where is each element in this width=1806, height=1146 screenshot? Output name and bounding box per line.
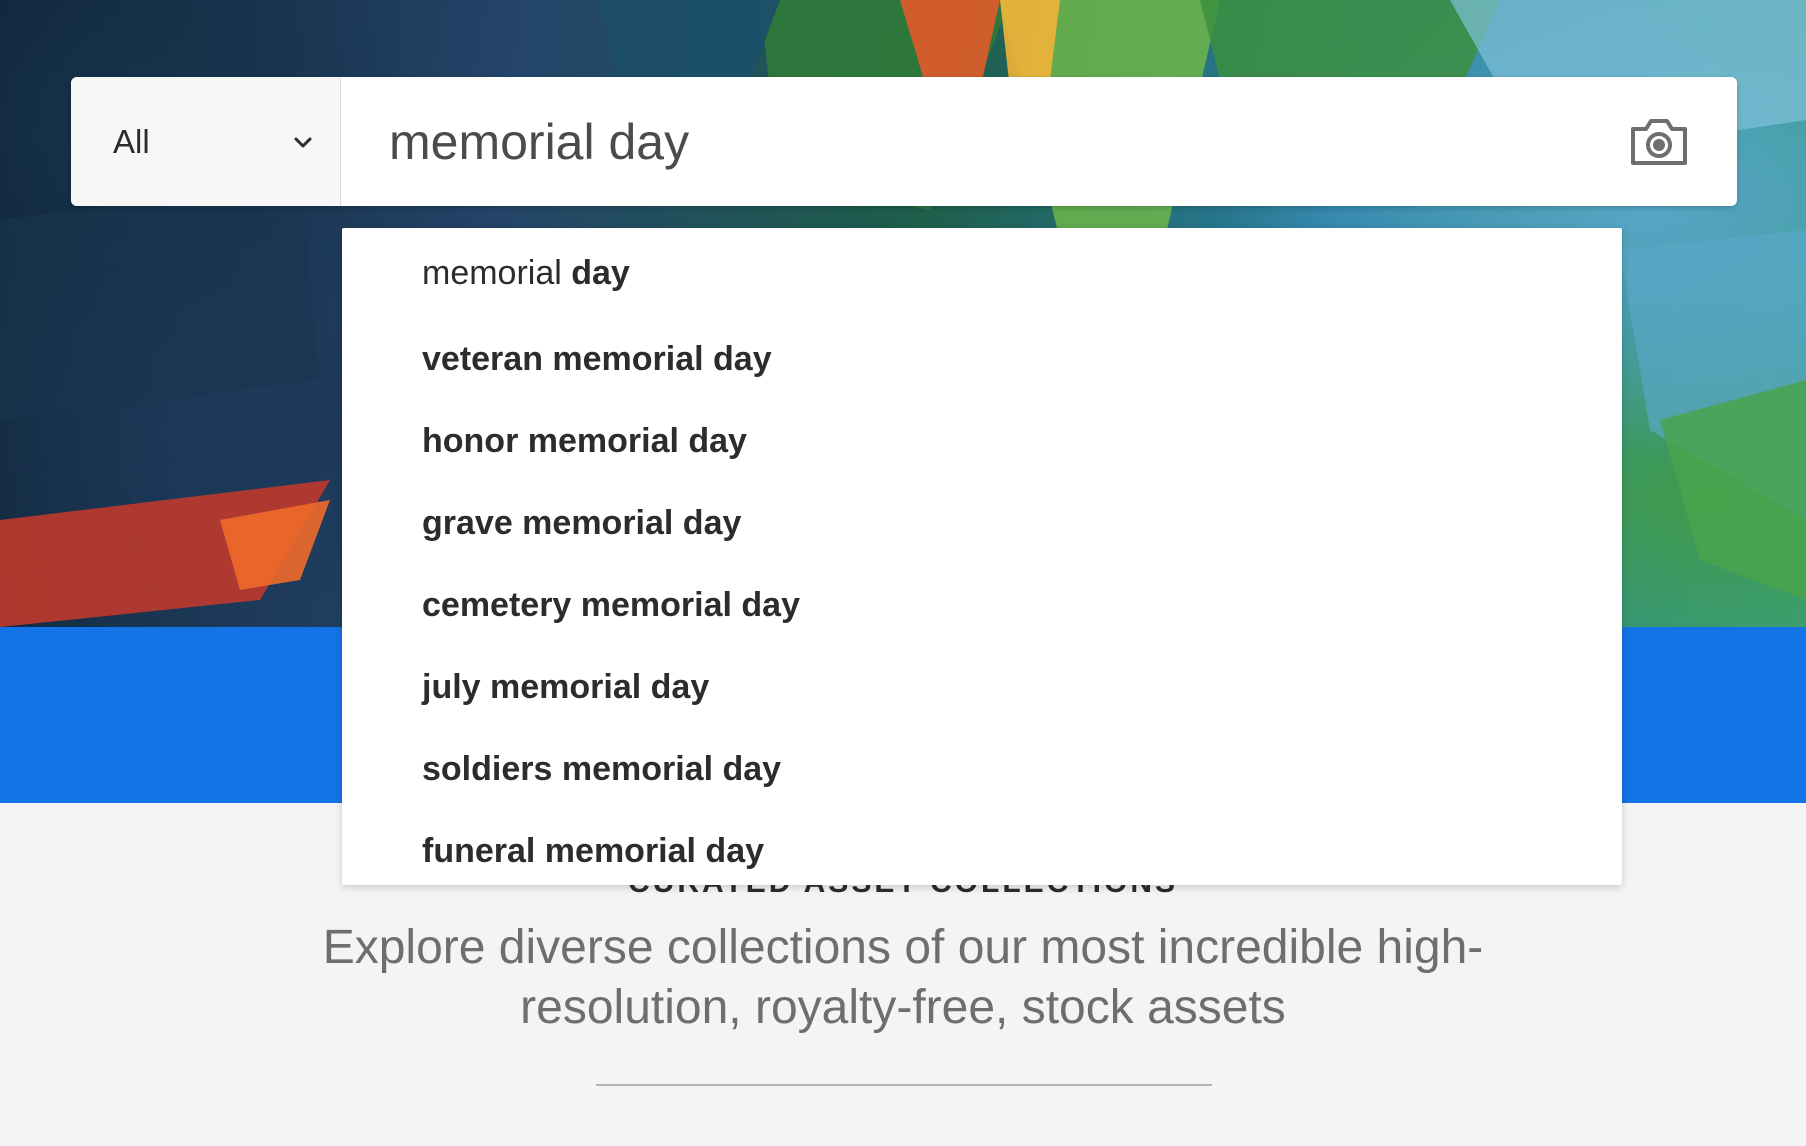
suggestion-item[interactable]: memorial day	[342, 228, 1622, 318]
suggestion-item[interactable]: july memorial day	[342, 646, 1622, 728]
suggestion-text-completion: cemetery memorial day	[422, 585, 800, 624]
suggestion-text-completion: funeral memorial day	[422, 831, 765, 870]
suggestion-text-completion: veteran memorial day	[422, 339, 772, 378]
suggestion-text-completion: soldiers memorial day	[422, 749, 782, 788]
search-bar: All	[71, 77, 1737, 206]
search-suggestions-list: memorial day veteran memorial day honor me…	[342, 228, 1622, 885]
suggestion-item[interactable]: veteran memorial day	[342, 318, 1622, 400]
suggestion-item[interactable]: soldiers memorial day	[342, 728, 1622, 810]
category-dropdown-label: All	[113, 122, 150, 160]
chevron-down-icon	[294, 137, 312, 147]
suggestion-text-typed: memorial	[422, 253, 572, 292]
suggestion-text-completion: july memorial day	[422, 667, 710, 706]
suggestion-item[interactable]: funeral memorial day	[342, 810, 1622, 885]
suggestion-item[interactable]: cemetery memorial day	[342, 564, 1622, 646]
search-input[interactable]	[387, 111, 1541, 172]
category-dropdown[interactable]: All	[71, 77, 341, 206]
camera-icon[interactable]	[1629, 117, 1689, 167]
collections-description: Explore diverse collections of our most …	[322, 921, 1484, 1034]
suggestion-text-completion: day	[571, 253, 630, 292]
suggestion-text-completion: honor memorial day	[422, 421, 747, 460]
suggestion-item[interactable]: grave memorial day	[342, 482, 1622, 564]
search-field	[341, 77, 1737, 206]
section-divider	[596, 1084, 1212, 1086]
suggestion-text-completion: grave memorial day	[422, 503, 742, 542]
suggestion-item[interactable]: honor memorial day	[342, 400, 1622, 482]
